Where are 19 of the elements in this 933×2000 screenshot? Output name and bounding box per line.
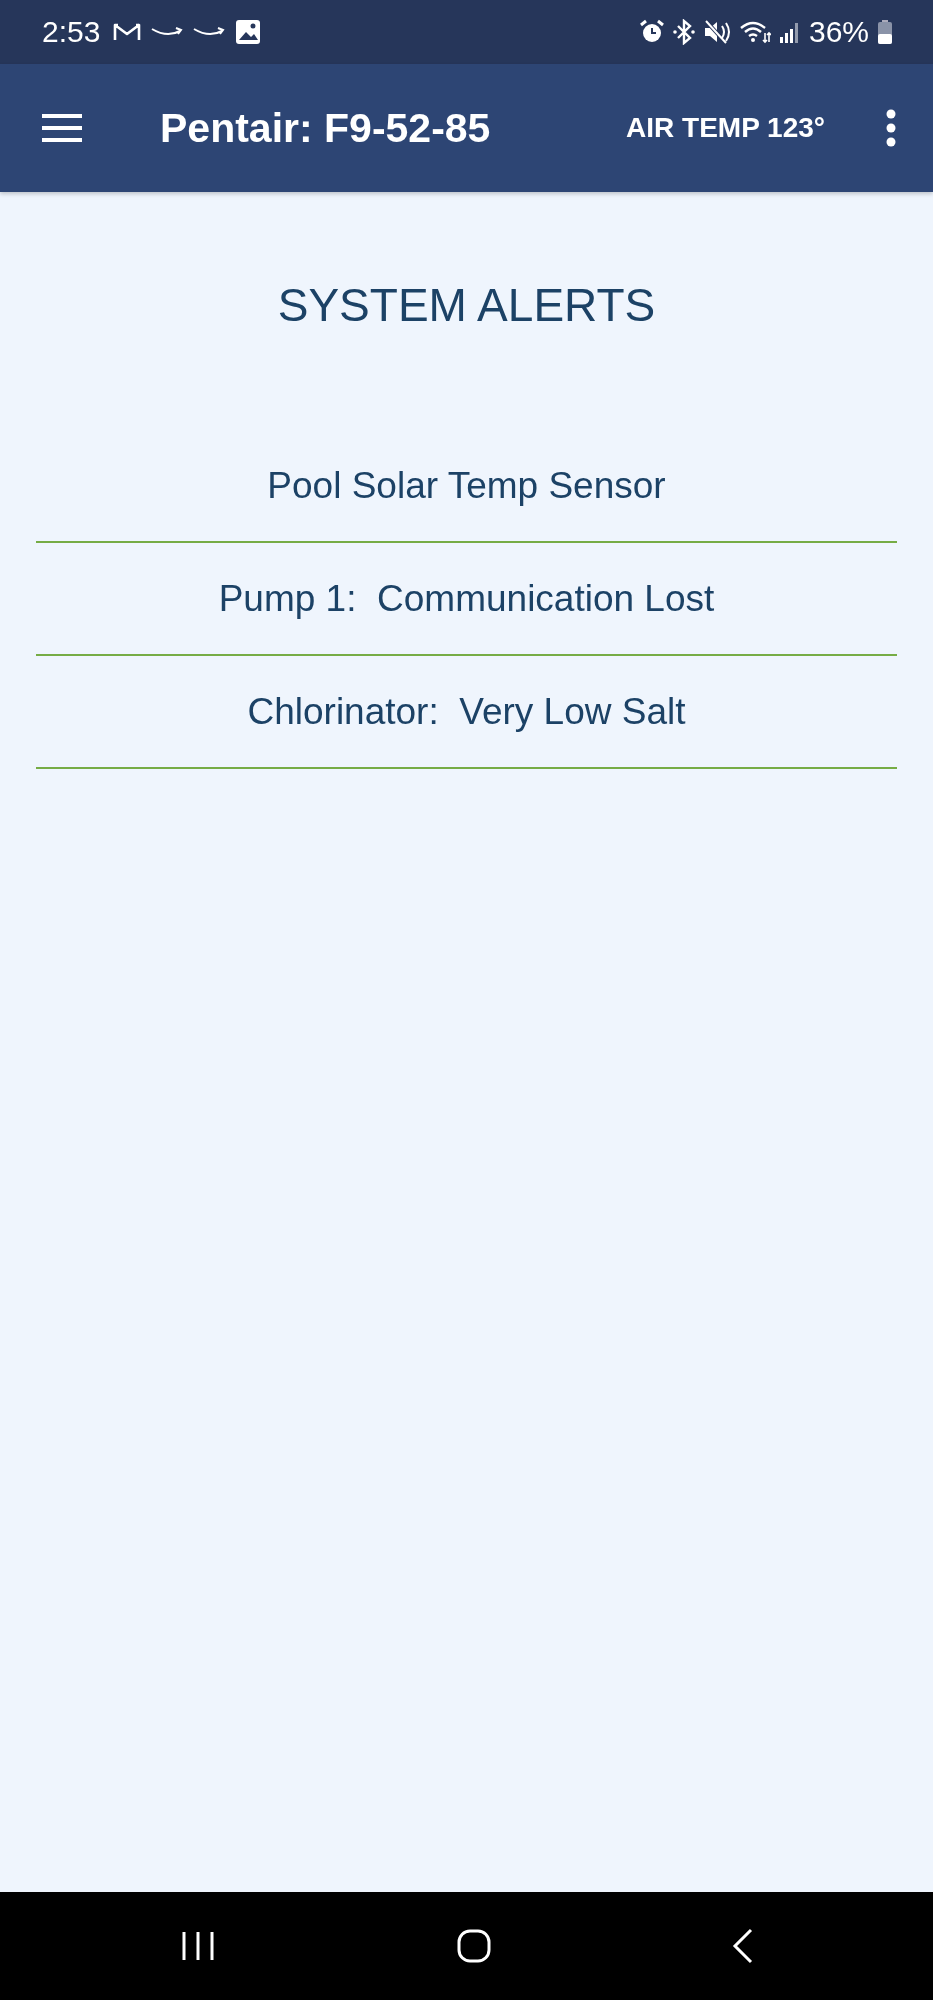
air-temp: AIR TEMP 123° [626, 112, 825, 144]
home-icon[interactable] [455, 1928, 492, 1964]
alert-item[interactable]: Pump 1: Communication Lost [218, 577, 715, 620]
status-time: 2:53 [42, 15, 101, 49]
wifi-icon [738, 19, 771, 45]
signal-icon [778, 20, 801, 44]
more-options-icon[interactable] [885, 109, 897, 147]
back-icon[interactable] [731, 1928, 754, 1964]
alarm-icon [638, 19, 665, 45]
page-title: SYSTEM ALERTS [276, 282, 657, 328]
mute-icon [702, 19, 731, 45]
menu-icon[interactable] [40, 113, 84, 143]
alert-item[interactable]: Pool Solar Temp Sensor [267, 464, 666, 507]
image-icon [234, 18, 263, 46]
alert-item[interactable]: Chlorinator: Very Low Salt [247, 690, 686, 733]
battery-icon [877, 19, 893, 45]
app-title: Pentair: F9-52-85 [160, 104, 491, 152]
battery-percent: 36% [808, 15, 869, 49]
bluetooth-icon [672, 19, 695, 45]
